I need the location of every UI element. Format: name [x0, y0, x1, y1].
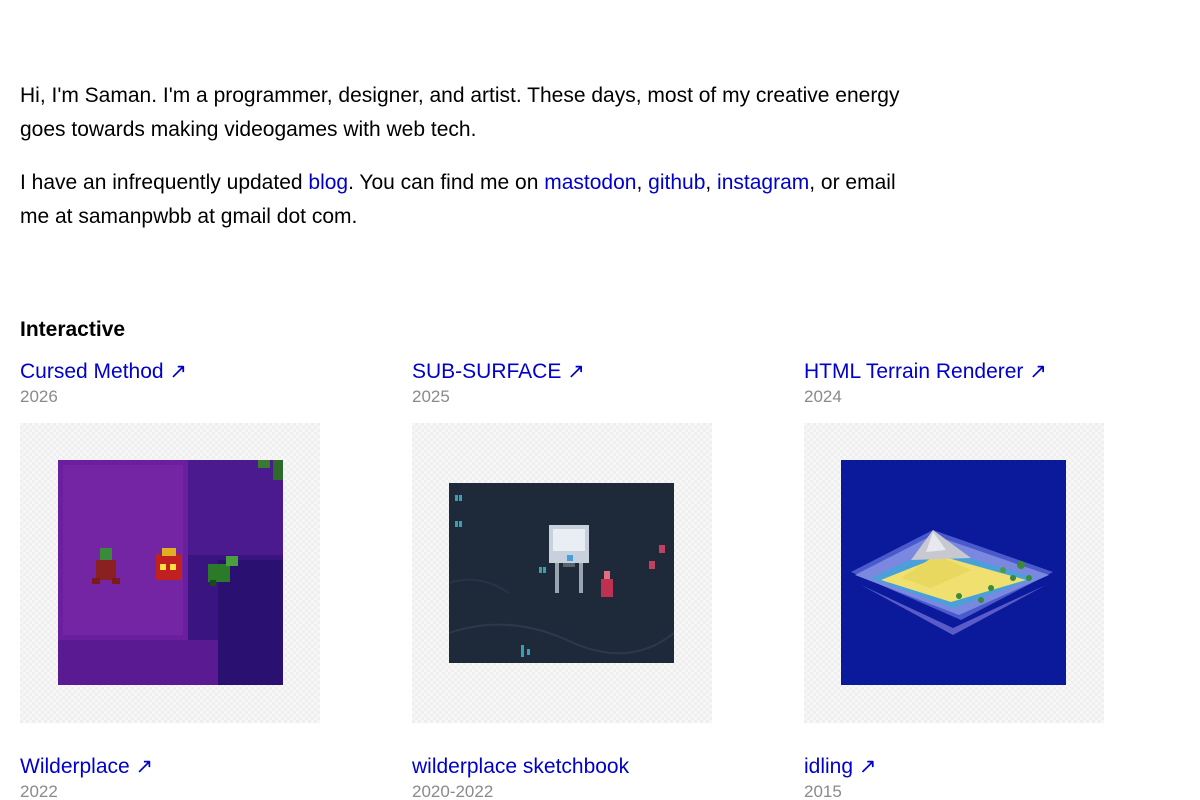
- project-card-cursed-method: Cursed Method ↗ 2026: [20, 359, 320, 723]
- project-thumbnail-cursed-method[interactable]: [20, 423, 320, 723]
- project-card-idling: idling ↗ 2015: [804, 754, 1104, 800]
- instagram-link[interactable]: instagram: [717, 171, 809, 194]
- mastodon-link[interactable]: mastodon: [544, 171, 636, 194]
- project-year: 2020-2022: [412, 782, 494, 800]
- separator: ,: [705, 171, 718, 194]
- separator: ,: [636, 171, 649, 194]
- project-year: 2024: [804, 387, 842, 406]
- project-year: 2026: [20, 387, 58, 406]
- project-link-idling[interactable]: idling ↗: [804, 754, 1104, 780]
- project-link-html-terrain-renderer[interactable]: HTML Terrain Renderer ↗: [804, 359, 1104, 385]
- intro-paragraph-1: Hi, I'm Saman. I'm a programmer, designe…: [20, 79, 910, 147]
- project-link-sub-surface[interactable]: SUB-SURFACE ↗: [412, 359, 712, 385]
- project-link-cursed-method[interactable]: Cursed Method ↗: [20, 359, 320, 385]
- intro-text: Hi, I'm Saman. I'm a programmer, designe…: [20, 84, 900, 141]
- project-card-wilderplace-sketchbook: wilderplace sketchbook 2020-2022: [412, 754, 712, 800]
- project-year: 2025: [412, 387, 450, 406]
- github-link[interactable]: github: [648, 171, 705, 194]
- project-card-wilderplace: Wilderplace ↗ 2022: [20, 754, 320, 800]
- intro-text-mid: . You can find me on: [348, 171, 545, 194]
- project-link-wilderplace-sketchbook[interactable]: wilderplace sketchbook: [412, 754, 712, 780]
- project-thumbnail-html-terrain-renderer[interactable]: [804, 423, 1104, 723]
- project-link-wilderplace[interactable]: Wilderplace ↗: [20, 754, 320, 780]
- section-title: Interactive: [20, 318, 126, 341]
- project-card-sub-surface: SUB-SURFACE ↗ 2025: [412, 359, 712, 723]
- cursed-method-screenshot: [58, 460, 283, 685]
- page: Hi, I'm Saman. I'm a programmer, designe…: [0, 0, 1200, 800]
- project-year: 2015: [804, 782, 842, 800]
- project-thumbnail-sub-surface[interactable]: [412, 423, 712, 723]
- intro-text-before: I have an infrequently updated: [20, 171, 309, 194]
- intro-paragraph-2: I have an infrequently updated blog. You…: [20, 166, 910, 234]
- sub-surface-screenshot: [449, 483, 674, 663]
- project-year: 2022: [20, 782, 58, 800]
- blog-link[interactable]: blog: [308, 171, 348, 194]
- intro: Hi, I'm Saman. I'm a programmer, designe…: [20, 79, 910, 253]
- project-card-html-terrain-renderer: HTML Terrain Renderer ↗ 2024: [804, 359, 1104, 723]
- terrain-renderer-screenshot: [841, 460, 1066, 685]
